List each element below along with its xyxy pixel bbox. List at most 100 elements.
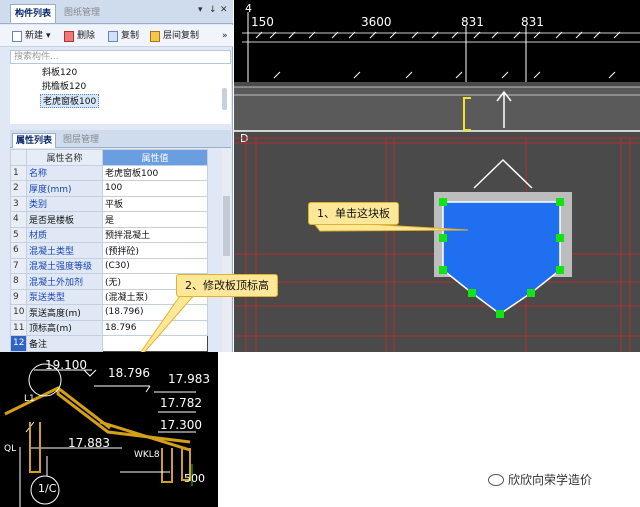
elevation-17-300: 17.300 bbox=[160, 418, 202, 432]
callout-click-board: 1、单击这块板 bbox=[308, 202, 399, 225]
tab-property-list[interactable]: 属性列表 bbox=[12, 133, 57, 148]
property-value[interactable]: 18.796 bbox=[102, 319, 208, 336]
property-row[interactable]: 1 名称 老虎窗板100 bbox=[10, 164, 208, 181]
wechat-icon bbox=[488, 473, 504, 486]
delete-label: 删除 bbox=[77, 31, 96, 41]
new-dropdown-icon[interactable]: ▾ bbox=[46, 29, 51, 44]
floor-copy-icon bbox=[150, 31, 160, 42]
property-row[interactable]: 11 顶标高(m) 18.796 bbox=[10, 319, 208, 336]
property-row-number: 12 bbox=[10, 335, 27, 352]
property-row[interactable]: 2 厚度(mm) 100 bbox=[10, 180, 208, 197]
tab-layer-management[interactable]: 图层管理 bbox=[60, 133, 102, 148]
property-value[interactable]: 100 bbox=[102, 180, 208, 197]
property-name: 材质 bbox=[26, 226, 103, 243]
header-property-value: 属性值 bbox=[102, 149, 208, 166]
floor-copy-button[interactable]: 层间复制 bbox=[150, 29, 199, 44]
property-row[interactable]: 6 混凝土类型 (预拌砼) bbox=[10, 242, 208, 259]
more-tools-button[interactable]: » bbox=[222, 29, 228, 44]
tab-component-list[interactable]: 构件列表 bbox=[10, 4, 57, 23]
property-name: 是否是楼板 bbox=[26, 211, 103, 228]
property-grid: 属性名称 属性值 1 名称 老虎窗板100 2 厚度(mm) 100 3 类别 平板 4 是否是楼板… bbox=[10, 149, 208, 352]
delete-icon bbox=[64, 31, 74, 42]
elevation-17-983: 17.983 bbox=[168, 372, 210, 386]
property-name: 备注 bbox=[26, 335, 103, 352]
copy-button[interactable]: 复制 bbox=[108, 29, 139, 44]
elevation-18-796: 18.796 bbox=[108, 366, 150, 380]
dimension-line bbox=[242, 12, 640, 82]
property-value[interactable]: 是 bbox=[102, 211, 208, 228]
component-toolbar: 新建 ▾ 删除 复制 层间复制 » bbox=[0, 25, 233, 47]
property-scrollbar[interactable] bbox=[222, 148, 231, 352]
property-row-number: 6 bbox=[10, 242, 27, 259]
panel-tabs: 构件列表 图纸管理 ▾ ↓ ✕ bbox=[0, 0, 233, 24]
property-row-number: 7 bbox=[10, 257, 27, 274]
property-name: 名称 bbox=[26, 164, 103, 181]
close-icon[interactable]: ✕ bbox=[220, 5, 228, 15]
property-name: 混凝土外加剂 bbox=[26, 273, 103, 290]
property-row-number: 4 bbox=[10, 211, 27, 228]
property-name: 混凝土类型 bbox=[26, 242, 103, 259]
property-value[interactable]: 平板 bbox=[102, 195, 208, 212]
tree-item-sloped-slab[interactable]: 斜板120 bbox=[40, 66, 79, 80]
property-row[interactable]: 7 混凝土强度等级 (C30) bbox=[10, 257, 208, 274]
delete-button[interactable]: 删除 bbox=[64, 29, 95, 44]
cad-drawing bbox=[234, 12, 640, 352]
tree-scrollbar[interactable] bbox=[222, 88, 227, 110]
new-button[interactable]: 新建 ▾ bbox=[12, 29, 51, 44]
new-icon bbox=[12, 31, 22, 42]
property-value[interactable]: 老虎窗板100 bbox=[102, 164, 208, 181]
pin-icon[interactable]: ↓ bbox=[209, 5, 217, 15]
property-value[interactable]: (18.796) bbox=[102, 304, 208, 321]
cad-viewport[interactable]: 150 3600 831 831 4 D bbox=[234, 0, 640, 352]
property-value[interactable]: (预拌砼) bbox=[102, 242, 208, 259]
property-row[interactable]: 3 类别 平板 bbox=[10, 195, 208, 212]
property-name: 混凝土强度等级 bbox=[26, 257, 103, 274]
property-value[interactable]: 预拌混凝土 bbox=[102, 226, 208, 243]
screenshot-root: 构件列表 图纸管理 ▾ ↓ ✕ 新建 ▾ 删除 复制 层间复制 » 搜索构件..… bbox=[0, 0, 640, 507]
dimension-500: 500 bbox=[184, 472, 205, 485]
property-row[interactable]: 4 是否是楼板是 bbox=[10, 211, 208, 228]
copy-label: 复制 bbox=[121, 31, 140, 41]
property-name: 顶标高(m) bbox=[26, 319, 103, 336]
tab-drawing-management[interactable]: 图纸管理 bbox=[60, 4, 104, 23]
property-scrollbar-thumb[interactable] bbox=[223, 196, 230, 256]
elevation-17-782: 17.782 bbox=[160, 396, 202, 410]
tree-item-eave-slab[interactable]: 挑檐板120 bbox=[40, 80, 88, 94]
property-row-number: 5 bbox=[10, 226, 27, 243]
elevation-17-883: 17.883 bbox=[68, 436, 110, 450]
label-ql: QL bbox=[4, 444, 17, 454]
property-row[interactable]: 12 备注 bbox=[10, 335, 208, 352]
property-row-number: 3 bbox=[10, 195, 27, 212]
component-panel: 构件列表 图纸管理 ▾ ↓ ✕ 新建 ▾ 删除 复制 层间复制 » 搜索构件..… bbox=[0, 0, 233, 352]
new-label: 新建 bbox=[25, 31, 44, 41]
property-row[interactable]: 10 泵送高度(m) (18.796) bbox=[10, 304, 208, 321]
property-row-number: 8 bbox=[10, 273, 27, 290]
component-search-input[interactable]: 搜索构件... bbox=[10, 50, 231, 64]
property-value[interactable]: (C30) bbox=[102, 257, 208, 274]
watermark-text: 欣欣向荣学造价 bbox=[508, 473, 593, 487]
dormer-slab[interactable] bbox=[442, 201, 561, 315]
property-name: 泵送高度(m) bbox=[26, 304, 103, 321]
property-row[interactable]: 5 材质 预拌混凝土 bbox=[10, 226, 208, 243]
component-tree: 斜板120 挑檐板120 老虎窗板100 bbox=[10, 64, 231, 124]
section-inset: 19.100 18.796 17.983 17.782 17.300 17.88… bbox=[0, 352, 218, 507]
tree-item-dormer-slab[interactable]: 老虎窗板100 bbox=[40, 94, 100, 108]
property-name: 泵送类型 bbox=[26, 288, 103, 305]
property-value[interactable] bbox=[102, 335, 208, 352]
elevation-19-100: 19.100 bbox=[45, 358, 87, 372]
label-l1: L1 bbox=[24, 394, 35, 404]
header-corner bbox=[10, 149, 27, 166]
property-name: 厚度(mm) bbox=[26, 180, 103, 197]
ridge-lines bbox=[473, 158, 533, 189]
label-wkl8: WKL8 bbox=[134, 450, 160, 460]
watermark: 欣欣向荣学造价 bbox=[488, 471, 592, 488]
property-row-number: 10 bbox=[10, 304, 27, 321]
header-property-name: 属性名称 bbox=[26, 149, 103, 166]
beam-band bbox=[234, 87, 640, 131]
axis-label-1c: 1/C bbox=[38, 482, 57, 495]
property-row-number: 11 bbox=[10, 319, 27, 336]
property-row-number: 1 bbox=[10, 164, 27, 181]
property-row-number: 2 bbox=[10, 180, 27, 197]
callout-modify-top-elevation: 2、修改板顶标高 bbox=[176, 274, 278, 297]
dropdown-icon[interactable]: ▾ bbox=[198, 5, 203, 15]
